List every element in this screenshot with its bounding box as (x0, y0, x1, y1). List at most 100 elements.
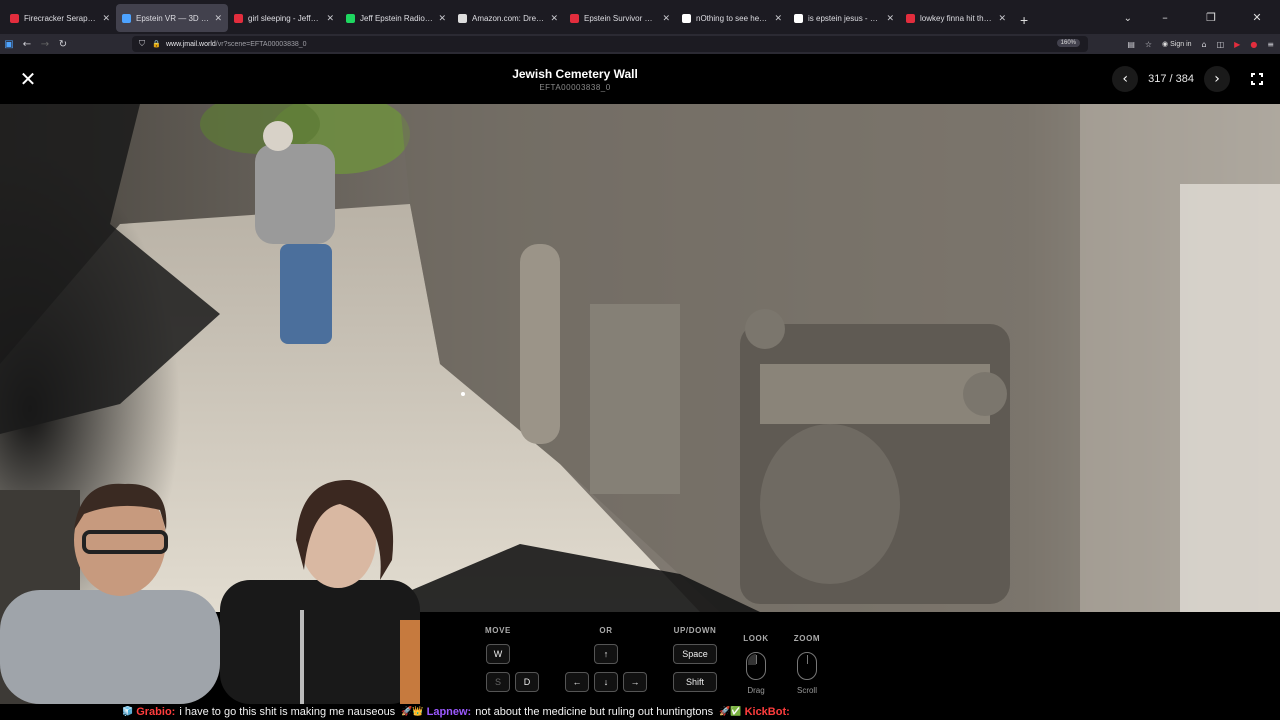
browser-tab[interactable]: Jeff Epstein Radio | Spotify Play ✕ (340, 4, 452, 32)
tab-title: is epstein jesus - Google Search (808, 13, 881, 23)
key-shift: Shift (673, 672, 717, 692)
lock-icon[interactable]: 🔒 (152, 40, 161, 48)
mouse-drag-icon (746, 652, 766, 680)
tab-favicon-icon (458, 13, 467, 23)
tab-close-icon[interactable]: ✕ (998, 13, 1006, 24)
tab-title: Epstein Survivor Reveals SHOCK (584, 13, 658, 23)
toolbar-right: ▤ ☆ ◉ Sign in ⌂ ◫ ▶ ● ≡ (1127, 34, 1280, 54)
mouse-scroll-icon (797, 652, 817, 680)
stream-chat-bar: 🧊 Grabio: i have to go this shit is making… (0, 704, 1280, 720)
address-bar[interactable]: ⛉ 🔒 www.jmail.world/vr?scene=EFTA0000383… (132, 36, 1088, 52)
or-label: OR (599, 626, 613, 635)
browser-tab-strip: Firecracker Seraphine Skin Spo✕Epstein V… (0, 0, 1280, 34)
browser-tab[interactable]: Firecracker Seraphine Skin Spo ✕ (4, 4, 116, 32)
zoom-label: ZOOM (793, 634, 821, 643)
updown-label: UP/DOWN (673, 626, 717, 635)
key-space: Space (673, 644, 717, 664)
addon-icon[interactable]: ◫ (1217, 40, 1225, 49)
move-label: MOVE (485, 626, 511, 635)
close-window-icon[interactable]: ✕ (1234, 11, 1280, 24)
menu-icon[interactable]: ≡ (1267, 40, 1274, 49)
look-label: LOOK (743, 634, 769, 643)
minimize-icon[interactable]: – (1142, 11, 1188, 24)
scene-title: Jewish Cemetery Wall (512, 67, 638, 81)
previous-scene-button[interactable]: ‹ (1112, 66, 1139, 92)
browser-tab[interactable]: girl sleeping - JeffTube ✕ (228, 4, 340, 32)
zoom-level[interactable]: 160% (1056, 39, 1080, 47)
extensions-icon[interactable]: ⌂ (1202, 40, 1207, 49)
key-w: W (486, 644, 510, 664)
scene-counter: 317 / 384 (1148, 73, 1194, 85)
tab-title: Jeff Epstein Radio | Spotify Play (360, 13, 433, 23)
chat-badge-icon: 🚀✅ (719, 707, 742, 717)
screen: Firecracker Seraphine Skin Spo✕Epstein V… (0, 0, 1280, 720)
tab-title: lowkey finna hit the money spo (920, 13, 993, 23)
chat-username: KickBot: (744, 706, 790, 718)
tab-title: Firecracker Seraphine Skin Spo (24, 13, 97, 23)
adblock-icon[interactable]: ● (1250, 40, 1257, 49)
zoom-caption: Scroll (796, 686, 817, 695)
browser-tab[interactable]: Epstein VR — 3D Property Reco ✕ (116, 4, 228, 32)
browser-tab[interactable]: Amazon.com: DreamWear Full F ✕ (452, 4, 564, 32)
scene-pager: ‹ 317 / 384 › (1112, 66, 1230, 92)
window-controls: – ❐ ✕ (1142, 0, 1280, 34)
key-d: D (515, 672, 539, 692)
tab-favicon-icon (346, 13, 355, 23)
browser-tab[interactable]: lowkey finna hit the money spo ✕ (900, 4, 1012, 32)
sign-in-button[interactable]: ◉ Sign in (1162, 40, 1191, 48)
browser-tab[interactable]: nOthing to see here on X: "Mo ✕ (676, 4, 788, 32)
reader-view-icon[interactable]: ▤ (1127, 40, 1135, 49)
tab-favicon-icon (570, 13, 579, 23)
key-arrow-down: ↓ (594, 672, 618, 692)
tab-close-icon[interactable]: ✕ (550, 13, 558, 24)
tab-close-icon[interactable]: ✕ (214, 13, 222, 24)
url-text: www.jmail.world/vr?scene=EFTA00003838_0 (166, 40, 307, 48)
key-arrow-right: → (623, 672, 647, 692)
new-tab-button[interactable]: + (1012, 12, 1036, 28)
forward-icon[interactable]: → (36, 39, 54, 50)
tab-close-icon[interactable]: ✕ (662, 13, 670, 24)
next-scene-button[interactable]: › (1204, 66, 1230, 92)
tab-title: Amazon.com: DreamWear Full F (472, 13, 545, 23)
tab-title: nOthing to see here on X: "Mo (696, 13, 769, 23)
webcam-overlay (0, 470, 420, 704)
key-arrow-left: ← (565, 672, 589, 692)
chat-message: not about the medicine but ruling out hu… (475, 706, 714, 718)
tab-close-icon[interactable]: ✕ (326, 13, 334, 24)
close-viewer-button[interactable]: ✕ (16, 67, 40, 91)
tab-favicon-icon (10, 13, 19, 23)
chat-username: Grabio: (136, 706, 176, 718)
tab-close-icon[interactable]: ✕ (102, 13, 110, 24)
scene-id: EFTA00003838_0 (539, 83, 611, 92)
tab-title: girl sleeping - JeffTube (248, 13, 322, 23)
fullscreen-icon[interactable] (1250, 72, 1264, 86)
shield-icon[interactable]: ⛉ (138, 39, 146, 49)
tab-close-icon[interactable]: ✕ (886, 13, 894, 24)
browser-tab[interactable]: Epstein Survivor Reveals SHOCK ✕ (564, 4, 676, 32)
tab-close-icon[interactable]: ✕ (774, 13, 782, 24)
chat-badge-icon: 🚀👑 (401, 707, 424, 717)
tab-favicon-icon (794, 13, 803, 23)
tab-list-chevron-icon[interactable]: ⌄ (1124, 13, 1132, 24)
tab-favicon-icon (122, 13, 131, 23)
controls-legend: MOVE W S D OR ↑ ← ↓ → UP/DOWN Space Shif… (420, 612, 1280, 704)
look-caption: Drag (747, 686, 765, 695)
restore-icon[interactable]: ❐ (1188, 11, 1234, 24)
reload-icon[interactable]: ↻ (54, 39, 72, 50)
browser-tab[interactable]: is epstein jesus - Google Search ✕ (788, 4, 900, 32)
webcam-feed (0, 479, 420, 704)
sidebar-icon[interactable]: ▣ (0, 39, 18, 50)
chat-message: i have to go this shit is making me naus… (179, 706, 396, 718)
key-s: S (486, 672, 510, 692)
key-arrow-up: ↑ (594, 644, 618, 664)
tab-favicon-icon (234, 13, 243, 23)
bookmark-star-icon[interactable]: ☆ (1145, 40, 1152, 49)
viewer-header: ✕ Jewish Cemetery Wall EFTA00003838_0 ‹ … (0, 54, 1280, 104)
youtube-icon[interactable]: ▶ (1234, 40, 1240, 49)
tab-favicon-icon (682, 13, 691, 23)
back-icon[interactable]: ← (18, 39, 36, 50)
tab-title: Epstein VR — 3D Property Reco (136, 13, 209, 23)
tab-close-icon[interactable]: ✕ (438, 13, 446, 24)
chat-username: Lapnew: (426, 706, 472, 718)
tab-favicon-icon (906, 13, 915, 23)
